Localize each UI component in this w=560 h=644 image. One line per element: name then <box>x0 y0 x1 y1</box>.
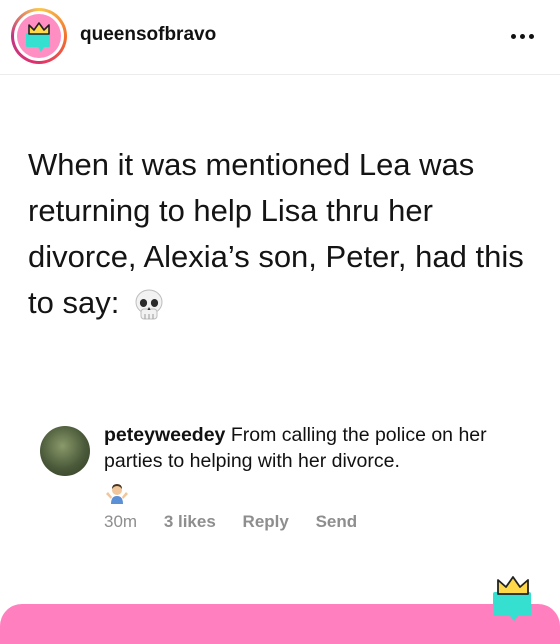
post-header: queensofbravo <box>0 0 560 75</box>
footer-bar <box>0 604 560 644</box>
commenter-avatar[interactable] <box>40 426 90 476</box>
comment-timestamp: 30m <box>104 512 138 531</box>
comment-likes[interactable]: 3 likes <box>164 512 216 532</box>
more-options-icon[interactable] <box>508 26 538 46</box>
comment-body: peteyweedey From calling the police on h… <box>104 422 524 506</box>
crown-logo-icon <box>493 576 531 621</box>
send-button[interactable]: Send <box>316 512 358 532</box>
caption-text: When it was mentioned Lea was returning … <box>28 147 524 320</box>
crown-logo-icon <box>17 14 61 58</box>
comment-username[interactable]: peteyweedey <box>104 424 225 446</box>
man-shrugging-icon <box>106 484 128 504</box>
reply-button[interactable]: Reply <box>243 512 289 532</box>
comment-meta: 30m 3 likes Reply Send <box>104 512 379 532</box>
skull-icon <box>135 289 163 320</box>
post-caption: When it was mentioned Lea was returning … <box>28 142 528 326</box>
account-username[interactable]: queensofbravo <box>80 24 216 46</box>
profile-avatar[interactable] <box>11 8 67 64</box>
